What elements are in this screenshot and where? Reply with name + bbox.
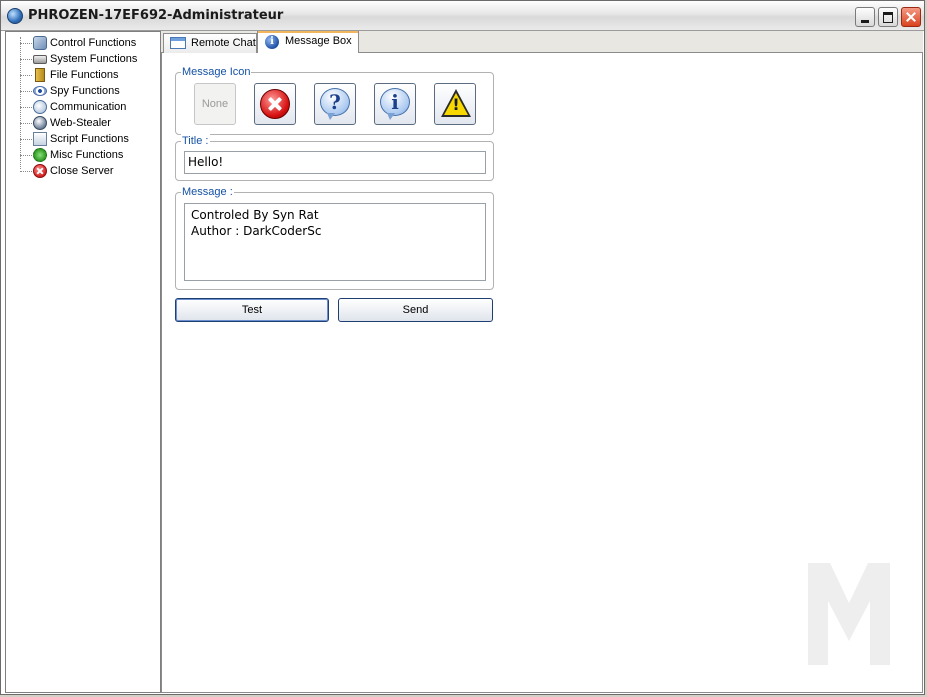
gear-icon — [33, 148, 47, 162]
close-window-button[interactable] — [901, 7, 921, 27]
message-line: Author : DarkCoderSc — [191, 224, 322, 238]
group-legend: Message : — [181, 185, 234, 199]
message-line: Controled By Syn Rat — [191, 208, 319, 222]
tree-item-label: Communication — [50, 101, 127, 113]
tree-item-web-stealer[interactable]: Web-Stealer — [20, 115, 160, 131]
tree-item-misc-functions[interactable]: Misc Functions — [20, 147, 160, 163]
title-group: Title : Hello! — [175, 134, 494, 181]
tree-item-close-server[interactable]: Close Server — [20, 163, 160, 179]
main-window: PHROZEN-17EF692-Administrateur Control F… — [0, 0, 925, 695]
message-group: Message : Controled By Syn Rat Author : … — [175, 185, 494, 290]
warning-icon-mark: ! — [452, 95, 460, 114]
app-globe-icon — [7, 8, 23, 24]
tree-item-label: Control Functions — [50, 37, 137, 49]
chat-icon — [33, 100, 47, 114]
keyboard-icon — [33, 55, 47, 64]
icon-warning-button[interactable]: ! — [434, 83, 476, 125]
icon-question-button[interactable]: ? — [314, 83, 356, 125]
send-button[interactable]: Send — [338, 298, 493, 322]
tree-item-spy-functions[interactable]: Spy Functions — [20, 83, 160, 99]
tree-item-label: Close Server — [50, 165, 114, 177]
title-input[interactable]: Hello! — [184, 151, 486, 174]
folder-icon — [35, 68, 45, 82]
window-icon — [170, 37, 186, 49]
tree-item-control-functions[interactable]: Control Functions — [20, 35, 160, 51]
window-title: PHROZEN-17EF692-Administrateur — [28, 8, 284, 23]
tab-label: Remote Chat — [191, 37, 256, 49]
title-bar[interactable]: PHROZEN-17EF692-Administrateur — [1, 1, 924, 31]
tree-item-script-functions[interactable]: Script Functions — [20, 131, 160, 147]
tab-remote-chat[interactable]: Remote Chat — [163, 33, 257, 53]
maximize-button[interactable] — [878, 7, 898, 27]
control-panel-icon — [33, 36, 47, 50]
tree-item-label: File Functions — [50, 69, 119, 81]
eye-icon — [33, 86, 47, 96]
tab-label: Message Box — [285, 35, 352, 47]
globe-icon — [33, 116, 47, 130]
group-legend: Title : — [181, 134, 210, 148]
icon-information-button[interactable]: i — [374, 83, 416, 125]
tree-item-system-functions[interactable]: System Functions — [20, 51, 160, 67]
question-icon: ? — [320, 88, 350, 120]
message-icon-group: Message Icon None ? i ! — [175, 65, 494, 135]
tree-item-label: Spy Functions — [50, 85, 120, 97]
info-icon: i — [265, 35, 279, 49]
tree-item-label: Web-Stealer — [50, 117, 111, 129]
script-icon — [33, 132, 47, 146]
tab-message-box[interactable]: i Message Box — [257, 31, 359, 53]
tree-item-communication[interactable]: Communication — [20, 99, 160, 115]
icon-error-button[interactable] — [254, 83, 296, 125]
tree-item-file-functions[interactable]: File Functions — [20, 67, 160, 83]
tree-list: Control Functions System Functions File … — [20, 35, 160, 179]
information-icon: i — [380, 88, 410, 120]
message-box-panel: Message Icon None ? i ! Title : Hello! M… — [161, 53, 923, 693]
tree-item-label: Misc Functions — [50, 149, 124, 161]
test-button[interactable]: Test — [175, 298, 329, 322]
group-legend: Message Icon — [181, 65, 252, 79]
icon-none-button[interactable]: None — [194, 83, 236, 125]
function-tree[interactable]: Control Functions System Functions File … — [5, 31, 161, 693]
minimize-button[interactable] — [855, 7, 875, 27]
error-icon — [260, 89, 290, 119]
close-icon — [33, 164, 47, 178]
tree-item-label: Script Functions — [50, 133, 129, 145]
message-textarea[interactable]: Controled By Syn Rat Author : DarkCoderS… — [184, 203, 486, 281]
tab-strip: Remote Chat i Message Box — [161, 31, 923, 53]
logo-watermark — [808, 563, 890, 665]
tree-item-label: System Functions — [50, 53, 138, 65]
